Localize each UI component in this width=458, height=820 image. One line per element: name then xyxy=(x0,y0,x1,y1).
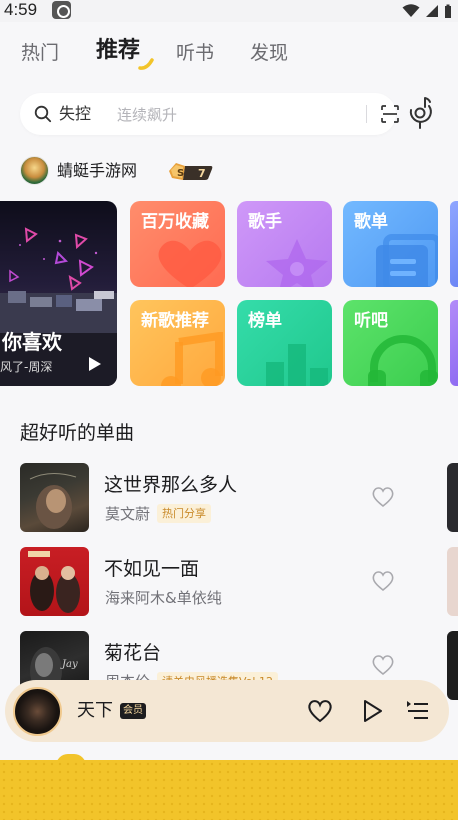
status-icons xyxy=(402,1,452,21)
listen-recognize-icon[interactable] xyxy=(405,96,435,130)
tile-new-songs[interactable]: 新歌推荐 xyxy=(130,300,225,386)
user-name: 蜻蜓手游网 xyxy=(57,161,138,180)
tile-charts[interactable]: 榜单 xyxy=(237,300,332,386)
tab-recommend[interactable]: 推荐 xyxy=(96,38,140,64)
search-divider xyxy=(366,105,367,123)
song-title: 不如见一面 xyxy=(104,558,200,580)
playlist-queue-icon[interactable] xyxy=(405,698,431,724)
tile-singers[interactable]: 歌手 xyxy=(237,201,332,287)
play-icon[interactable] xyxy=(88,356,102,372)
search-hint: 连续飙升 xyxy=(117,106,178,124)
song-tag: 热门分享 xyxy=(157,504,211,523)
music-note-icon xyxy=(161,332,223,386)
playlist-icon xyxy=(376,234,438,287)
tile-label: 歌手 xyxy=(248,212,282,232)
heart-icon[interactable] xyxy=(307,698,333,724)
tile-label: 百万收藏 xyxy=(141,212,209,232)
heart-icon[interactable] xyxy=(370,653,396,677)
featured-subtitle: 风了-周深 xyxy=(0,360,53,374)
tab-hot[interactable]: 热门 xyxy=(21,40,59,66)
app-notification-icon xyxy=(52,1,71,19)
album-disc[interactable] xyxy=(13,687,62,736)
featured-playlist-card[interactable]: 你喜欢 风了-周深 xyxy=(0,201,117,386)
heart-icon[interactable] xyxy=(370,569,396,593)
play-icon[interactable] xyxy=(359,698,385,724)
vip-tag: 会员 xyxy=(120,703,146,719)
tile-label: 榜单 xyxy=(248,311,282,331)
tile-label: 听吧 xyxy=(354,311,388,331)
top-tab-bar: 热门 推荐 听书 发现 xyxy=(0,36,458,72)
tile-listen-bar[interactable]: 听吧 xyxy=(343,300,438,386)
search-icon xyxy=(34,105,52,123)
song-artist: 莫文蔚 xyxy=(105,505,151,523)
tab-audiobook[interactable]: 听书 xyxy=(176,40,214,66)
list-item[interactable]: 不如见一面 海来阿木&单依纯 xyxy=(0,547,458,617)
side-peek xyxy=(447,547,458,616)
tile-peek xyxy=(450,300,458,386)
user-profile-row[interactable]: 蜻蜓手游网 S 7 xyxy=(20,156,320,188)
song-title: 这世界那么多人 xyxy=(104,474,238,496)
tile-playlists[interactable]: 歌单 xyxy=(343,201,438,287)
vip-level-number: 7 xyxy=(198,167,206,180)
tile-peek xyxy=(450,201,458,287)
chart-icon xyxy=(266,344,328,386)
avatar[interactable] xyxy=(20,156,49,185)
now-playing-title: 天下 xyxy=(77,700,113,721)
side-peek xyxy=(447,631,458,700)
svg-text:Jay: Jay xyxy=(60,659,78,670)
song-title: 菊花台 xyxy=(104,642,162,664)
status-time: 4:59 xyxy=(4,0,38,19)
active-tab-indicator xyxy=(138,58,154,70)
search-input[interactable]: 失控 连续飙升 xyxy=(20,93,399,135)
list-item[interactable]: 这世界那么多人 莫文蔚 热门分享 xyxy=(0,463,458,533)
featured-title: 你喜欢 xyxy=(2,330,62,354)
heart-icon[interactable] xyxy=(370,485,396,509)
song-artist: 海来阿木&单依纯 xyxy=(105,589,222,607)
scan-icon[interactable] xyxy=(380,104,400,124)
vip-level-badge: S 7 xyxy=(169,163,213,180)
wifi-icon xyxy=(402,4,420,17)
tile-million-favorites[interactable]: 百万收藏 xyxy=(130,201,225,287)
vip-level: S xyxy=(177,168,184,179)
star-icon xyxy=(266,239,328,287)
side-peek xyxy=(447,463,458,532)
signal-icon xyxy=(426,5,438,17)
headphones-icon xyxy=(368,335,438,386)
tile-label: 歌单 xyxy=(354,212,388,232)
bottom-banner xyxy=(0,760,458,820)
mini-player[interactable]: 天下 会员 xyxy=(5,680,449,742)
status-bar: 4:59 xyxy=(0,0,458,22)
battery-icon xyxy=(445,4,451,18)
tile-label: 新歌推荐 xyxy=(141,311,209,331)
song-cover xyxy=(20,463,89,532)
song-cover xyxy=(20,547,89,616)
heart-icon xyxy=(158,240,222,287)
tab-discover[interactable]: 发现 xyxy=(250,40,288,66)
search-keyword: 失控 xyxy=(59,104,92,123)
section-title: 超好听的单曲 xyxy=(20,422,135,444)
